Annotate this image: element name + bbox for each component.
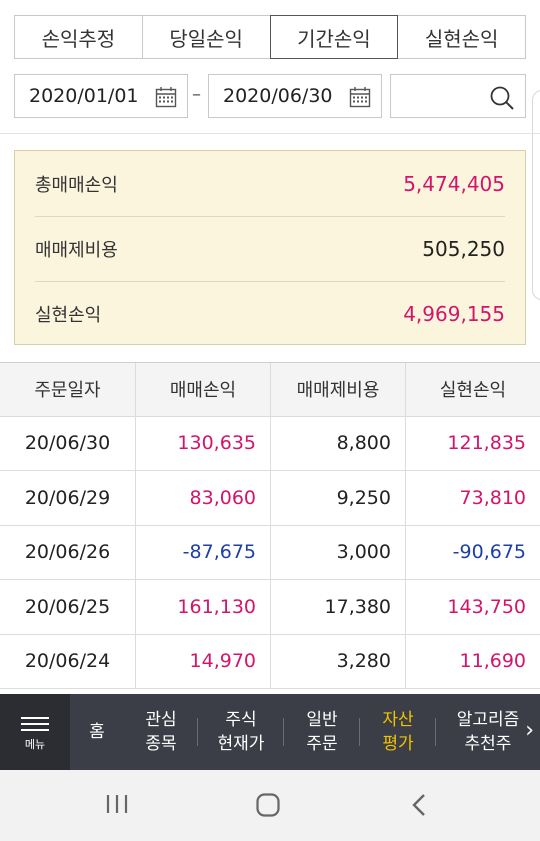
side-scroll-handle[interactable]	[532, 90, 540, 300]
cell-pnl: 161,130	[135, 580, 270, 634]
cell-date: 20/06/25	[24, 595, 111, 618]
menu-item-label: 추천주	[464, 734, 512, 754]
home-icon[interactable]	[255, 792, 281, 818]
cell-realized: 143,750	[405, 580, 540, 634]
menu-item-asset-eval[interactable]: 자산 평가	[360, 694, 436, 770]
summary-label: 매매제비용	[35, 239, 118, 261]
header-trading-cost[interactable]: 매매제비용	[270, 363, 405, 416]
search-field[interactable]	[390, 74, 526, 118]
cell-realized: 73,810	[405, 471, 540, 525]
calendar-icon[interactable]	[349, 86, 371, 108]
summary-label: 총매매손익	[35, 174, 118, 196]
menu-item-label: 알고리즘	[456, 710, 520, 730]
cell-cost: 9,250	[270, 471, 405, 525]
menu-item-label: 관심	[145, 710, 177, 730]
summary-trading-cost: 매매제비용 505,250	[35, 216, 505, 281]
menu-item-label: 홈	[89, 722, 105, 742]
table-row[interactable]: 20/06/25 161,130 17,380 143,750	[0, 580, 540, 635]
summary-value: 505,250	[422, 236, 505, 261]
header-trading-pnl[interactable]: 매매손익	[135, 363, 270, 416]
header-order-date[interactable]: 주문일자	[0, 363, 135, 416]
pnl-table: 주문일자 매매손익 매매제비용 실현손익 20/06/30 130,635 8,…	[0, 362, 540, 689]
menu-item-label: 평가	[382, 734, 414, 754]
cell-date: 20/06/30	[24, 432, 111, 455]
cell-cost: 8,800	[270, 416, 405, 470]
tab-today[interactable]: 당일손익	[141, 15, 271, 59]
menu-button[interactable]: 메뉴	[0, 694, 70, 770]
period-tabs: 손익추정 당일손익 기간손익 실현손익	[14, 15, 526, 59]
bottom-menu-bar: 메뉴 홈 관심 종목 주식 현재가 일반 주문 자산 평가 알고리즘 추천주 ›	[0, 694, 540, 770]
hamburger-icon	[21, 713, 49, 735]
menu-label: 메뉴	[24, 737, 46, 751]
table-row[interactable]: 20/06/24 14,970 3,280 11,690	[0, 634, 540, 689]
cell-cost: 3,280	[270, 634, 405, 688]
chevron-right-icon[interactable]: ›	[525, 718, 534, 743]
header-realized-pnl[interactable]: 실현손익	[405, 363, 540, 416]
cell-realized: 11,690	[405, 634, 540, 688]
cell-realized: 121,835	[405, 416, 540, 470]
summary-panel: 총매매손익 5,474,405 매매제비용 505,250 실현손익 4,969…	[14, 150, 526, 345]
cell-pnl: 130,635	[135, 416, 270, 470]
back-icon[interactable]	[408, 792, 432, 818]
end-date-field[interactable]: 2020/06/30	[208, 74, 382, 118]
menu-item-watchlist[interactable]: 관심 종목	[124, 694, 198, 770]
end-date-value: 2020/06/30	[223, 85, 333, 107]
date-separator: –	[192, 84, 201, 105]
menu-item-label: 종목	[145, 734, 177, 754]
start-date-value: 2020/01/01	[29, 85, 139, 107]
table-row[interactable]: 20/06/30 130,635 8,800 121,835	[0, 416, 540, 471]
cell-date: 20/06/29	[24, 486, 111, 509]
menu-item-home[interactable]: 홈	[70, 694, 124, 770]
system-nav-bar	[0, 770, 540, 841]
menu-item-label: 주식	[225, 710, 257, 730]
menu-item-label: 일반	[306, 710, 338, 730]
table-header: 주문일자 매매손익 매매제비용 실현손익	[0, 362, 540, 417]
menu-item-order[interactable]: 일반 주문	[284, 694, 360, 770]
table-row[interactable]: 20/06/29 83,060 9,250 73,810	[0, 471, 540, 526]
cell-cost: 17,380	[270, 580, 405, 634]
cell-cost: 3,000	[270, 525, 405, 579]
recent-apps-icon[interactable]	[104, 792, 130, 816]
tab-realized[interactable]: 실현손익	[397, 15, 526, 59]
summary-label: 실현손익	[35, 304, 102, 326]
search-icon[interactable]	[489, 85, 515, 111]
start-date-field[interactable]: 2020/01/01	[14, 74, 188, 118]
table-row[interactable]: 20/06/26 -87,675 3,000 -90,675	[0, 525, 540, 580]
cell-date: 20/06/26	[24, 541, 111, 564]
cell-realized: -90,675	[405, 525, 540, 579]
summary-realized-pnl: 실현손익 4,969,155	[35, 281, 505, 346]
menu-item-stock-price[interactable]: 주식 현재가	[198, 694, 284, 770]
calendar-icon[interactable]	[155, 86, 177, 108]
divider	[0, 133, 540, 134]
cell-pnl: 14,970	[135, 634, 270, 688]
tab-period[interactable]: 기간손익	[269, 15, 399, 59]
cell-pnl: 83,060	[135, 471, 270, 525]
menu-item-label: 현재가	[217, 734, 265, 754]
summary-value: 4,969,155	[403, 301, 505, 326]
menu-item-label: 자산	[382, 710, 414, 730]
cell-date: 20/06/24	[24, 650, 111, 673]
cell-pnl: -87,675	[135, 525, 270, 579]
menu-item-label: 주문	[306, 734, 338, 754]
tab-estimate[interactable]: 손익추정	[14, 15, 143, 59]
summary-total-pnl: 총매매손익 5,474,405	[35, 151, 505, 216]
summary-value: 5,474,405	[403, 171, 505, 196]
